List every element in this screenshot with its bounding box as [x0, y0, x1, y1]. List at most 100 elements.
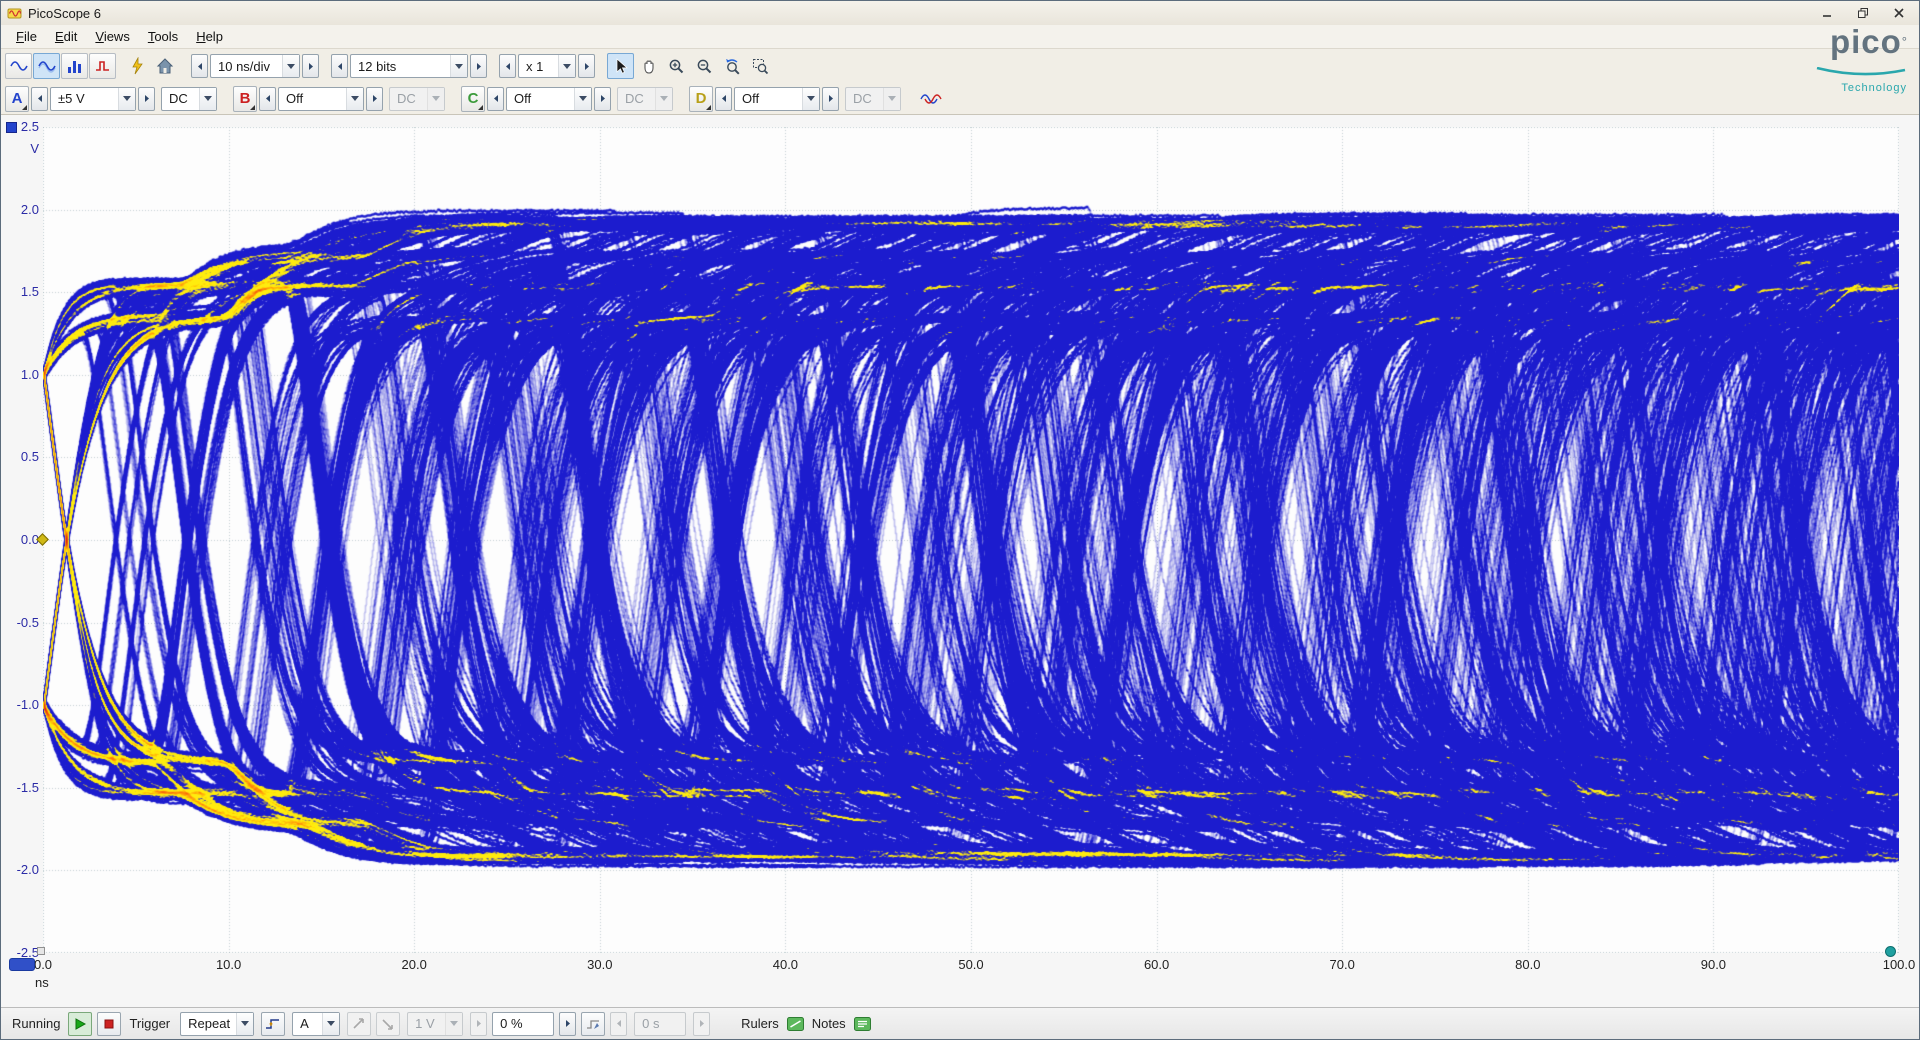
rising-edge-button [347, 1012, 371, 1036]
chevron-down-icon [445, 1013, 462, 1035]
normal-pointer-button[interactable] [607, 53, 634, 79]
channel-a-range-decrease-button[interactable] [31, 87, 48, 111]
channel-b-range-increase-button[interactable] [366, 87, 383, 111]
x-tick-label: 40.0 [773, 957, 798, 972]
channel-a-button[interactable]: A [5, 86, 29, 112]
zoom-increase-button[interactable] [578, 54, 595, 78]
close-button[interactable] [1881, 3, 1917, 23]
menu-file[interactable]: File [7, 26, 46, 47]
notes-label: Notes [812, 1016, 846, 1031]
app-icon [7, 6, 22, 21]
stop-button[interactable] [97, 1012, 121, 1036]
menu-edit[interactable]: Edit [46, 26, 86, 47]
hand-tool-button[interactable] [635, 53, 662, 79]
left-arrow-icon [492, 94, 500, 103]
rulers-icon-glyph [787, 1017, 804, 1031]
trigger-delay-value: 0 s [635, 1016, 685, 1031]
timebase-decrease-button[interactable] [191, 54, 208, 78]
notes-icon[interactable] [854, 1017, 871, 1031]
right-arrow-icon [827, 94, 835, 103]
channel-d-range-decrease-button[interactable] [715, 87, 732, 111]
resolution-select[interactable]: 12 bits [350, 54, 468, 78]
sine-wave-icon [10, 58, 28, 74]
pretrigger-input[interactable]: 0 % [492, 1012, 554, 1036]
channel-b-range-select[interactable]: Off [278, 87, 364, 111]
chevron-down-icon [450, 55, 467, 77]
x-tick-label: 20.0 [402, 957, 427, 972]
zoom-select[interactable]: x 1 [518, 54, 576, 78]
channel-d-button[interactable]: D [689, 86, 713, 112]
channel-b-range-decrease-button[interactable] [259, 87, 276, 111]
axis-offset-badge[interactable] [9, 958, 35, 971]
timebase-increase-button[interactable] [302, 54, 319, 78]
window-title: PicoScope 6 [28, 6, 101, 21]
marquee-zoom-button[interactable] [747, 53, 774, 79]
chevron-down-icon [427, 88, 444, 110]
channel-c-range-select[interactable]: Off [506, 87, 592, 111]
channel-c-coupling-select: DC [617, 87, 673, 111]
resolution-decrease-button[interactable] [331, 54, 348, 78]
right-arrow-icon [143, 94, 151, 103]
timebase-value: 10 ns/div [211, 59, 282, 74]
menu-tools[interactable]: Tools [139, 26, 187, 47]
menu-views[interactable]: Views [86, 26, 138, 47]
trigger-source-select[interactable]: A [292, 1012, 340, 1036]
logo-swoosh [1815, 67, 1907, 77]
channel-a-range-select[interactable]: ±5 V [50, 87, 136, 111]
restore-button[interactable] [1845, 3, 1881, 23]
channel-b-button[interactable]: B [233, 86, 257, 112]
trigger-mode-select[interactable]: Repeat [180, 1012, 254, 1036]
eye-diagram-canvas[interactable] [43, 127, 1899, 953]
undo-zoom-button[interactable] [719, 53, 746, 79]
stop-icon [103, 1018, 115, 1030]
right-arrow-icon [371, 94, 379, 103]
trigger-mode-value: Repeat [181, 1016, 236, 1031]
channel-d-coupling-value: DC [846, 91, 883, 106]
titlebar[interactable]: PicoScope 6 [1, 1, 1919, 25]
resolution-increase-button[interactable] [470, 54, 487, 78]
channel-b-label: B [240, 90, 251, 107]
main-toolbar: 10 ns/div 12 bits x 1 [1, 49, 1919, 83]
trigger-edge-icon [265, 1017, 281, 1031]
rising-edge-icon [352, 1017, 366, 1031]
zoom-out-button[interactable] [691, 53, 718, 79]
channel-a-coupling-value: DC [162, 91, 199, 106]
spectrum-mode-button[interactable] [61, 53, 88, 79]
channel-c-button[interactable]: C [461, 86, 485, 112]
pretrigger-spin-button[interactable] [559, 1012, 576, 1036]
x-tick-label: 100.0 [1883, 957, 1916, 972]
math-channels-button[interactable] [917, 86, 944, 112]
trigger-delay-input: 0 s [634, 1012, 686, 1036]
channel-d-range-increase-button[interactable] [822, 87, 839, 111]
start-button[interactable] [68, 1012, 92, 1036]
menu-help[interactable]: Help [187, 26, 232, 47]
channel-a-axis-badge[interactable] [6, 122, 17, 133]
scope-display[interactable]: 2.52.01.51.00.50.0-0.5-1.0-1.5-2.0-2.5 V… [1, 115, 1919, 1007]
channel-c-range-decrease-button[interactable] [487, 87, 504, 111]
channel-a-range-increase-button[interactable] [138, 87, 155, 111]
channel-c-range-increase-button[interactable] [594, 87, 611, 111]
persistence-mode-button[interactable] [33, 53, 60, 79]
timebase-select[interactable]: 10 ns/div [210, 54, 300, 78]
channel-d-range-value: Off [735, 91, 802, 106]
delay-decrease-button [610, 1012, 627, 1036]
auto-setup-button[interactable] [123, 53, 150, 79]
left-arrow-icon [504, 62, 512, 71]
channel-a-coupling-select[interactable]: DC [161, 87, 217, 111]
advanced-trigger-button[interactable] [261, 1012, 285, 1036]
pointer-tools-group [607, 53, 775, 79]
channel-a-group: A ±5 V DC [5, 86, 219, 112]
restore-icon [1857, 7, 1869, 19]
rulers-icon[interactable] [787, 1017, 804, 1031]
home-button[interactable] [151, 53, 178, 79]
probe-button[interactable] [89, 53, 116, 79]
channel-b-range-value: Off [279, 91, 346, 106]
channel-d-range-select[interactable]: Off [734, 87, 820, 111]
scope-mode-button[interactable] [5, 53, 32, 79]
zoom-decrease-button[interactable] [499, 54, 516, 78]
trigger-reference-button[interactable] [581, 1012, 605, 1036]
y-tick-label: -2.0 [1, 862, 39, 877]
zoom-in-button[interactable] [663, 53, 690, 79]
minimize-button[interactable] [1809, 3, 1845, 23]
resolution-group: 12 bits [331, 54, 487, 78]
